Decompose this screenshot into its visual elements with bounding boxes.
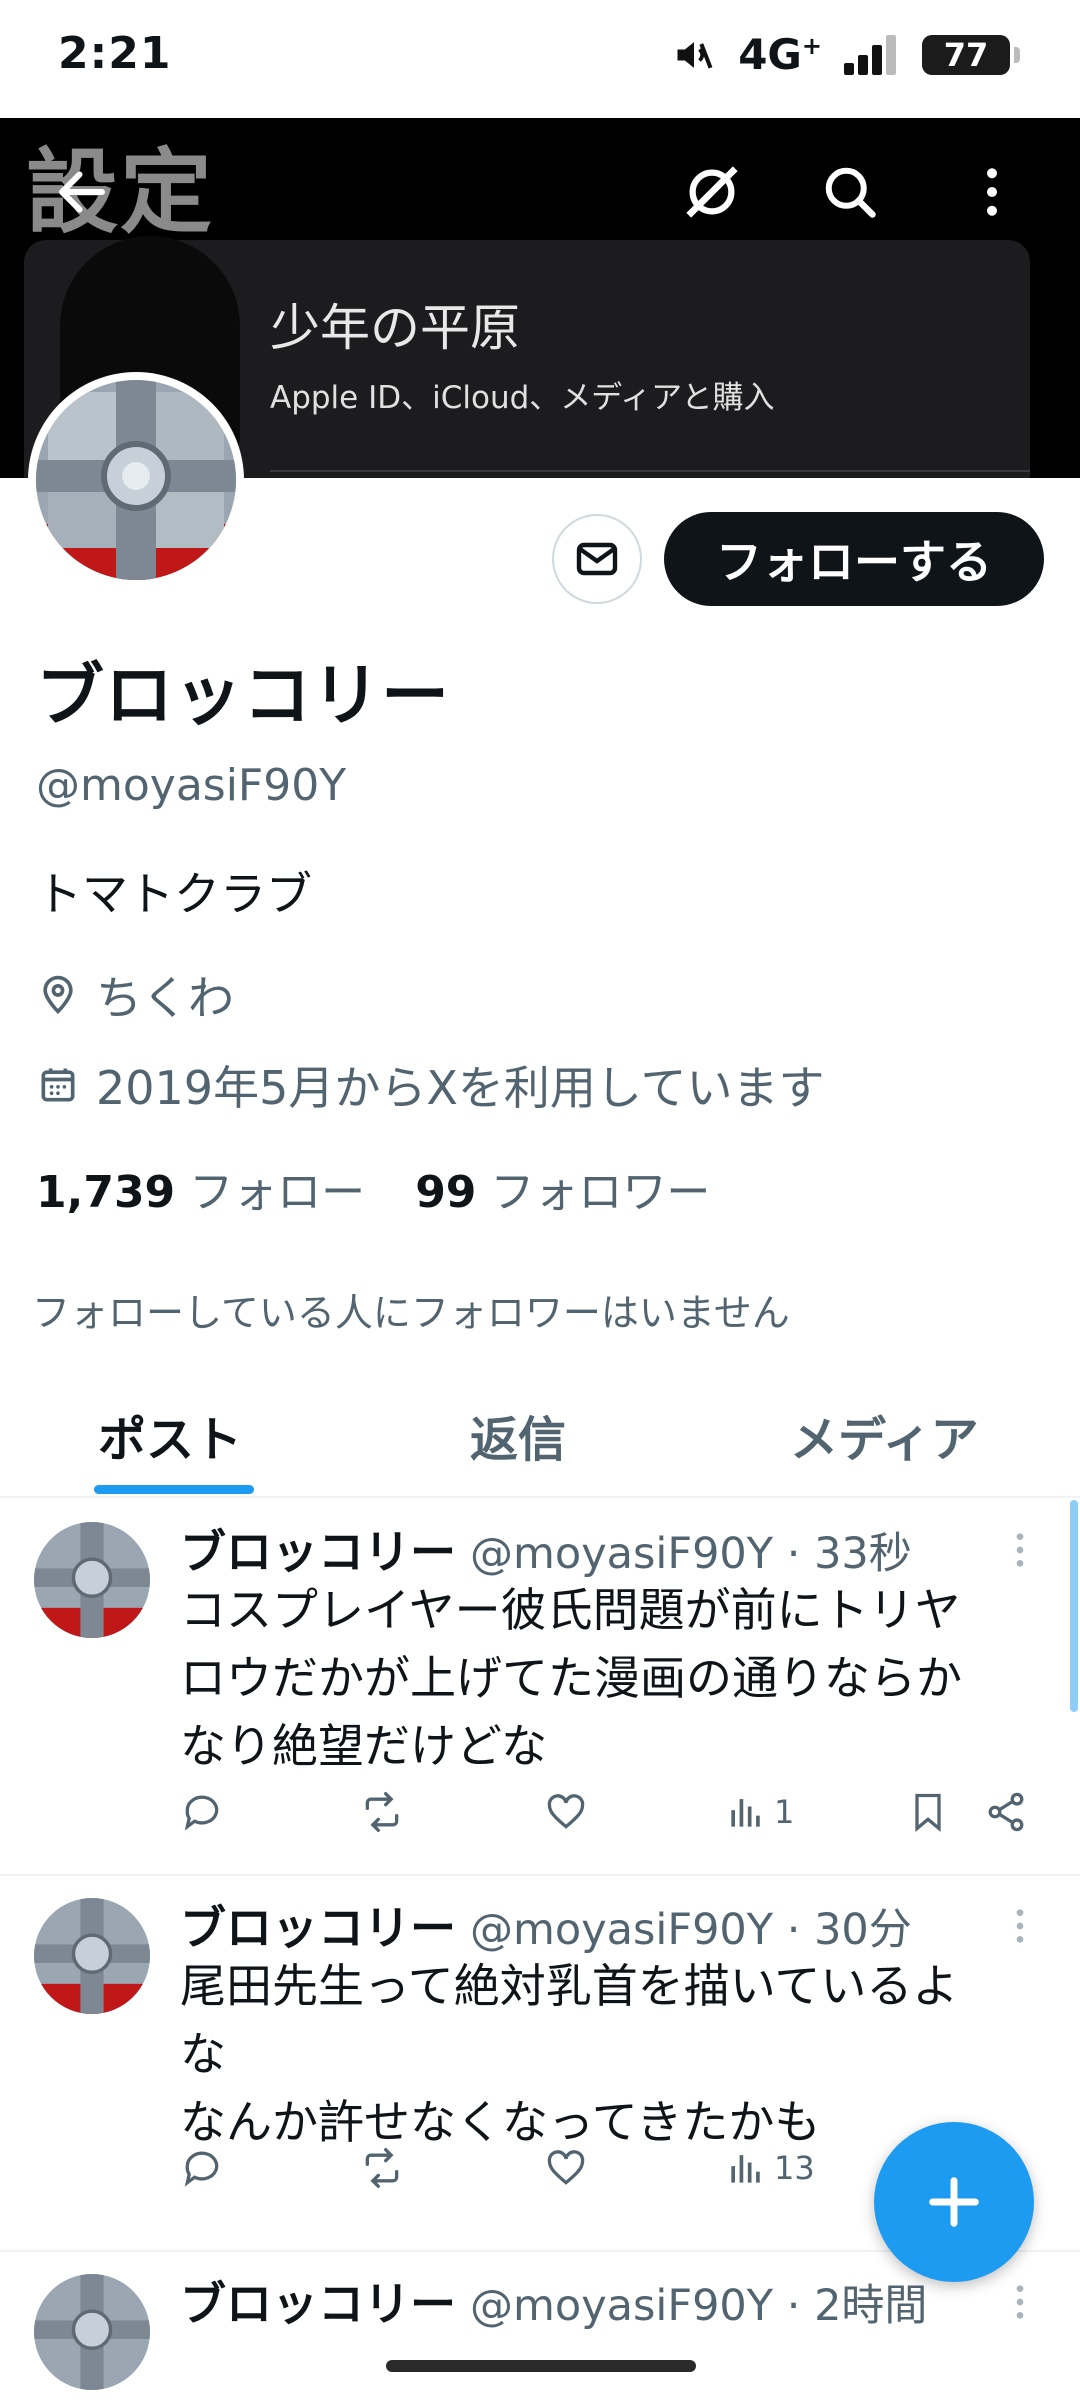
tab-media[interactable]: メディア [790,1400,979,1470]
post-handle-time: @moyasiF90Y · 33秒 [470,1529,912,1579]
grok-button[interactable] [670,150,754,234]
status-bar: 2:21 4G+ 77 [0,0,1080,118]
status-time: 2:21 [58,28,172,79]
home-indicator[interactable] [386,2360,696,2372]
back-button[interactable] [40,150,124,234]
repost-button[interactable] [360,2146,404,2190]
post-avatar[interactable] [34,2274,150,2390]
more-vertical-icon[interactable] [1008,2282,1032,2322]
tab-posts[interactable]: ポスト [98,1400,242,1470]
follow-button[interactable]: フォローする [664,512,1044,606]
profile-avatar[interactable] [28,372,244,588]
banner-divider [270,470,1030,472]
more-vertical-icon[interactable] [1008,1530,1032,1570]
like-icon [547,2150,585,2185]
more-vertical-icon[interactable] [1008,1906,1032,1946]
post-handle-time: @moyasiF90Y · 30分 [470,1905,912,1955]
views-count: 1 [774,1793,795,1831]
profile-handle: @moyasiF90Y [36,760,347,811]
plus-icon [929,2177,979,2227]
reply-button[interactable] [180,1790,224,1834]
search-icon [825,167,876,218]
post-handle-time: @moyasiF90Y · 2時間 [470,2281,928,2331]
post-item[interactable]: ブロッコリー @moyasiF90Y · 2時間 [0,2252,1080,2400]
repost-icon [365,1792,399,1832]
companion-cube-avatar [34,2274,150,2390]
post-avatar[interactable] [34,1898,150,2014]
reply-icon [184,2151,219,2187]
post-text: コスプレイヤー彼氏問題が前にトリヤ ロウだかが上げてた漫画の通りならか なり絶望… [180,1583,962,1773]
followers-count: 99 [415,1167,477,1218]
share-button[interactable] [984,1790,1028,1834]
battery-indicator: 77 [922,34,1020,75]
mail-icon [576,542,618,576]
follow-counts: 1,739 フォロー 99 フォロワー [36,1156,710,1220]
post-author-name[interactable]: ブロッコリー [180,1892,456,1958]
scrollbar[interactable] [1070,1500,1078,1712]
views-count: 13 [774,2149,815,2187]
repost-button[interactable] [360,1790,404,1834]
post-text: 尾田先生って絶対乳首を描いているよ な なんか許せなくなってきたかも [180,1959,959,2149]
signal-icon [844,34,896,75]
calendar-icon [41,1068,75,1102]
profile-location: ちくわ [36,962,234,1028]
companion-cube-avatar [34,1898,150,2014]
grok-icon [686,166,738,218]
companion-cube-avatar [34,1522,150,1638]
views-icon [731,1799,760,1827]
like-icon [547,1794,585,1829]
post-header: ブロッコリー @moyasiF90Y · 33秒 [180,1516,912,1582]
reply-button[interactable] [180,2146,224,2190]
profile-joined: 2019年5月からXを利用しています [36,1052,824,1118]
followers-label: フォロワー [490,1167,711,1218]
back-arrow-icon [59,171,105,213]
reply-icon [184,1795,219,1831]
views-icon [731,2155,760,2183]
following-link[interactable]: 1,739 フォロー [36,1156,365,1220]
followers-link[interactable]: 99 フォロワー [415,1156,710,1220]
post-author-name[interactable]: ブロッコリー [180,2268,456,2334]
repost-icon [365,2148,399,2188]
views-button[interactable]: 1 [724,1790,794,1834]
location-pin-icon [43,975,73,1015]
compose-post-button[interactable] [874,2122,1034,2282]
post-avatar[interactable] [34,1522,150,1638]
profile-bio: トマトクラブ [36,867,312,921]
banner-card-name: 少年の平原 [270,299,520,357]
location-text: ちくわ [96,971,234,1025]
mutual-followers-note[interactable]: フォローしている人にフォロワーはいません [32,1282,790,1337]
more-options-button[interactable] [950,150,1034,234]
joined-text: 2019年5月からXを利用しています [96,1061,825,1115]
views-button[interactable]: 13 [724,2146,815,2190]
post-actions: 1 [180,1790,1040,1850]
message-button[interactable] [552,514,642,604]
bookmark-icon [915,1793,941,1833]
post-header: ブロッコリー @moyasiF90Y · 2時間 [180,2268,927,2334]
status-icons: 4G+ 77 [672,30,1020,79]
banner-card-subtitle: Apple ID、iCloud、メディアと購入 [270,380,775,416]
share-icon [988,1792,1024,1832]
tab-replies[interactable]: 返信 [470,1400,566,1470]
companion-cube-avatar [36,380,236,580]
profile-tabs: ポスト 返信 メディア [0,1380,1080,1498]
following-count: 1,739 [36,1167,176,1218]
search-button[interactable] [808,150,892,234]
post-item[interactable]: ブロッコリー @moyasiF90Y · 33秒 コスプレイヤー彼氏問題が前にト… [0,1500,1080,1876]
post-header: ブロッコリー @moyasiF90Y · 30分 [180,1892,912,1958]
mute-icon [677,41,713,69]
active-tab-indicator [94,1485,254,1494]
post-author-name[interactable]: ブロッコリー [180,1516,456,1582]
network-label: 4G+ [738,30,822,79]
like-button[interactable] [544,1790,588,1834]
following-label: フォロー [189,1167,366,1218]
profile-display-name: ブロッコリー [36,657,451,736]
bookmark-button[interactable] [906,1790,950,1834]
more-vertical-icon [987,168,997,216]
like-button[interactable] [544,2146,588,2190]
